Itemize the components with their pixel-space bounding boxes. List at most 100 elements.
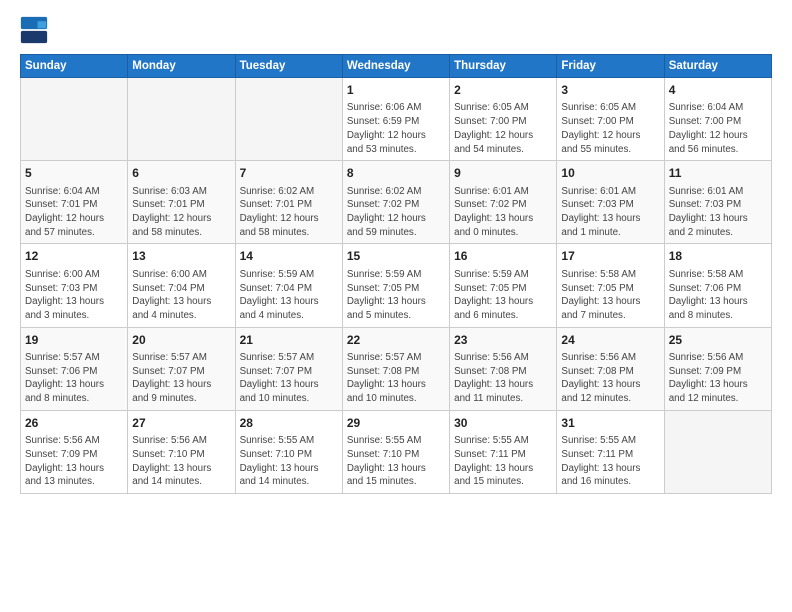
day-number: 1 xyxy=(347,82,445,99)
day-number: 7 xyxy=(240,165,338,182)
day-number: 14 xyxy=(240,248,338,265)
day-number: 31 xyxy=(561,415,659,432)
day-info: Sunrise: 5:58 AM Sunset: 7:06 PM Dayligh… xyxy=(669,268,767,323)
calendar-cell xyxy=(128,78,235,161)
day-number: 19 xyxy=(25,332,123,349)
week-row-2: 5 Sunrise: 6:04 AM Sunset: 7:01 PM Daylig… xyxy=(21,161,772,244)
header xyxy=(20,16,772,44)
logo-icon xyxy=(20,16,48,44)
day-info: Sunrise: 5:57 AM Sunset: 7:06 PM Dayligh… xyxy=(25,351,123,406)
calendar-cell: 10Sunrise: 6:01 AM Sunset: 7:03 PM Dayli… xyxy=(557,161,664,244)
calendar-cell: 28 Sunrise: 5:55 AM Sunset: 7:10 PM Dayli… xyxy=(235,410,342,493)
weekday-header-tuesday: Tuesday xyxy=(235,55,342,78)
calendar-table: SundayMondayTuesdayWednesdayThursdayFrid… xyxy=(20,54,772,494)
calendar-cell: 12 Sunrise: 6:00 AM Sunset: 7:03 PM Dayli… xyxy=(21,244,128,327)
calendar-cell: 3 Sunrise: 6:05 AM Sunset: 7:00 PM Daylig… xyxy=(557,78,664,161)
day-info: Sunrise: 5:55 AM Sunset: 7:11 PM Dayligh… xyxy=(561,434,659,489)
day-number: 30 xyxy=(454,415,552,432)
calendar-cell: 23 Sunrise: 5:56 AM Sunset: 7:08 PM Dayli… xyxy=(450,327,557,410)
day-info: Sunrise: 6:05 AM Sunset: 7:00 PM Dayligh… xyxy=(561,101,659,156)
day-info: Sunrise: 5:56 AM Sunset: 7:08 PM Dayligh… xyxy=(561,351,659,406)
calendar-cell: 27 Sunrise: 5:56 AM Sunset: 7:10 PM Dayli… xyxy=(128,410,235,493)
week-row-1: 1 Sunrise: 6:06 AM Sunset: 6:59 PM Daylig… xyxy=(21,78,772,161)
day-info: Sunrise: 6:02 AM Sunset: 7:02 PM Dayligh… xyxy=(347,185,445,240)
day-number: 20 xyxy=(132,332,230,349)
day-info: Sunrise: 5:57 AM Sunset: 7:07 PM Dayligh… xyxy=(132,351,230,406)
calendar-cell: 18Sunrise: 5:58 AM Sunset: 7:06 PM Dayli… xyxy=(664,244,771,327)
calendar-cell: 14Sunrise: 5:59 AM Sunset: 7:04 PM Dayli… xyxy=(235,244,342,327)
day-info: Sunrise: 6:05 AM Sunset: 7:00 PM Dayligh… xyxy=(454,101,552,156)
day-number: 23 xyxy=(454,332,552,349)
calendar-cell: 29Sunrise: 5:55 AM Sunset: 7:10 PM Dayli… xyxy=(342,410,449,493)
logo xyxy=(20,16,52,44)
calendar-cell xyxy=(235,78,342,161)
calendar-cell: 11 Sunrise: 6:01 AM Sunset: 7:03 PM Dayli… xyxy=(664,161,771,244)
calendar-cell: 24Sunrise: 5:56 AM Sunset: 7:08 PM Dayli… xyxy=(557,327,664,410)
day-info: Sunrise: 6:02 AM Sunset: 7:01 PM Dayligh… xyxy=(240,185,338,240)
day-info: Sunrise: 5:57 AM Sunset: 7:07 PM Dayligh… xyxy=(240,351,338,406)
day-info: Sunrise: 5:56 AM Sunset: 7:08 PM Dayligh… xyxy=(454,351,552,406)
day-info: Sunrise: 5:59 AM Sunset: 7:05 PM Dayligh… xyxy=(454,268,552,323)
calendar-cell: 21 Sunrise: 5:57 AM Sunset: 7:07 PM Dayli… xyxy=(235,327,342,410)
calendar-cell: 8 Sunrise: 6:02 AM Sunset: 7:02 PM Daylig… xyxy=(342,161,449,244)
day-number: 5 xyxy=(25,165,123,182)
day-number: 11 xyxy=(669,165,767,182)
day-info: Sunrise: 5:57 AM Sunset: 7:08 PM Dayligh… xyxy=(347,351,445,406)
day-info: Sunrise: 5:56 AM Sunset: 7:09 PM Dayligh… xyxy=(25,434,123,489)
day-info: Sunrise: 5:55 AM Sunset: 7:10 PM Dayligh… xyxy=(240,434,338,489)
page: SundayMondayTuesdayWednesdayThursdayFrid… xyxy=(0,0,792,612)
day-info: Sunrise: 6:00 AM Sunset: 7:03 PM Dayligh… xyxy=(25,268,123,323)
day-info: Sunrise: 5:56 AM Sunset: 7:10 PM Dayligh… xyxy=(132,434,230,489)
calendar-cell: 4 Sunrise: 6:04 AM Sunset: 7:00 PM Daylig… xyxy=(664,78,771,161)
day-number: 22 xyxy=(347,332,445,349)
day-info: Sunrise: 6:01 AM Sunset: 7:03 PM Dayligh… xyxy=(561,185,659,240)
calendar-cell: 6 Sunrise: 6:03 AM Sunset: 7:01 PM Daylig… xyxy=(128,161,235,244)
day-info: Sunrise: 6:06 AM Sunset: 6:59 PM Dayligh… xyxy=(347,101,445,156)
calendar-cell: 20 Sunrise: 5:57 AM Sunset: 7:07 PM Dayli… xyxy=(128,327,235,410)
day-info: Sunrise: 6:04 AM Sunset: 7:01 PM Dayligh… xyxy=(25,185,123,240)
day-number: 9 xyxy=(454,165,552,182)
day-number: 4 xyxy=(669,82,767,99)
weekday-header-sunday: Sunday xyxy=(21,55,128,78)
weekday-header-row: SundayMondayTuesdayWednesdayThursdayFrid… xyxy=(21,55,772,78)
day-number: 21 xyxy=(240,332,338,349)
day-number: 6 xyxy=(132,165,230,182)
calendar-cell xyxy=(21,78,128,161)
day-number: 28 xyxy=(240,415,338,432)
calendar-cell: 7 Sunrise: 6:02 AM Sunset: 7:01 PM Daylig… xyxy=(235,161,342,244)
day-info: Sunrise: 6:01 AM Sunset: 7:03 PM Dayligh… xyxy=(669,185,767,240)
day-number: 8 xyxy=(347,165,445,182)
weekday-header-monday: Monday xyxy=(128,55,235,78)
day-number: 3 xyxy=(561,82,659,99)
day-number: 25 xyxy=(669,332,767,349)
calendar-cell: 19 Sunrise: 5:57 AM Sunset: 7:06 PM Dayli… xyxy=(21,327,128,410)
calendar-cell: 30Sunrise: 5:55 AM Sunset: 7:11 PM Dayli… xyxy=(450,410,557,493)
day-number: 27 xyxy=(132,415,230,432)
day-info: Sunrise: 5:58 AM Sunset: 7:05 PM Dayligh… xyxy=(561,268,659,323)
day-number: 26 xyxy=(25,415,123,432)
day-number: 17 xyxy=(561,248,659,265)
weekday-header-wednesday: Wednesday xyxy=(342,55,449,78)
day-info: Sunrise: 6:01 AM Sunset: 7:02 PM Dayligh… xyxy=(454,185,552,240)
calendar-cell: 16Sunrise: 5:59 AM Sunset: 7:05 PM Dayli… xyxy=(450,244,557,327)
day-info: Sunrise: 6:04 AM Sunset: 7:00 PM Dayligh… xyxy=(669,101,767,156)
day-info: Sunrise: 6:00 AM Sunset: 7:04 PM Dayligh… xyxy=(132,268,230,323)
week-row-4: 19 Sunrise: 5:57 AM Sunset: 7:06 PM Dayli… xyxy=(21,327,772,410)
day-info: Sunrise: 6:03 AM Sunset: 7:01 PM Dayligh… xyxy=(132,185,230,240)
calendar-cell: 13 Sunrise: 6:00 AM Sunset: 7:04 PM Dayli… xyxy=(128,244,235,327)
day-number: 13 xyxy=(132,248,230,265)
calendar-cell: 15Sunrise: 5:59 AM Sunset: 7:05 PM Dayli… xyxy=(342,244,449,327)
day-number: 15 xyxy=(347,248,445,265)
calendar-cell: 5 Sunrise: 6:04 AM Sunset: 7:01 PM Daylig… xyxy=(21,161,128,244)
calendar-cell: 22 Sunrise: 5:57 AM Sunset: 7:08 PM Dayli… xyxy=(342,327,449,410)
calendar-cell: 9 Sunrise: 6:01 AM Sunset: 7:02 PM Daylig… xyxy=(450,161,557,244)
weekday-header-friday: Friday xyxy=(557,55,664,78)
calendar-cell: 25 Sunrise: 5:56 AM Sunset: 7:09 PM Dayli… xyxy=(664,327,771,410)
weekday-header-thursday: Thursday xyxy=(450,55,557,78)
week-row-5: 26 Sunrise: 5:56 AM Sunset: 7:09 PM Dayli… xyxy=(21,410,772,493)
week-row-3: 12 Sunrise: 6:00 AM Sunset: 7:03 PM Dayli… xyxy=(21,244,772,327)
day-number: 12 xyxy=(25,248,123,265)
calendar-cell: 26 Sunrise: 5:56 AM Sunset: 7:09 PM Dayli… xyxy=(21,410,128,493)
day-info: Sunrise: 5:56 AM Sunset: 7:09 PM Dayligh… xyxy=(669,351,767,406)
calendar-cell: 2Sunrise: 6:05 AM Sunset: 7:00 PM Daylig… xyxy=(450,78,557,161)
